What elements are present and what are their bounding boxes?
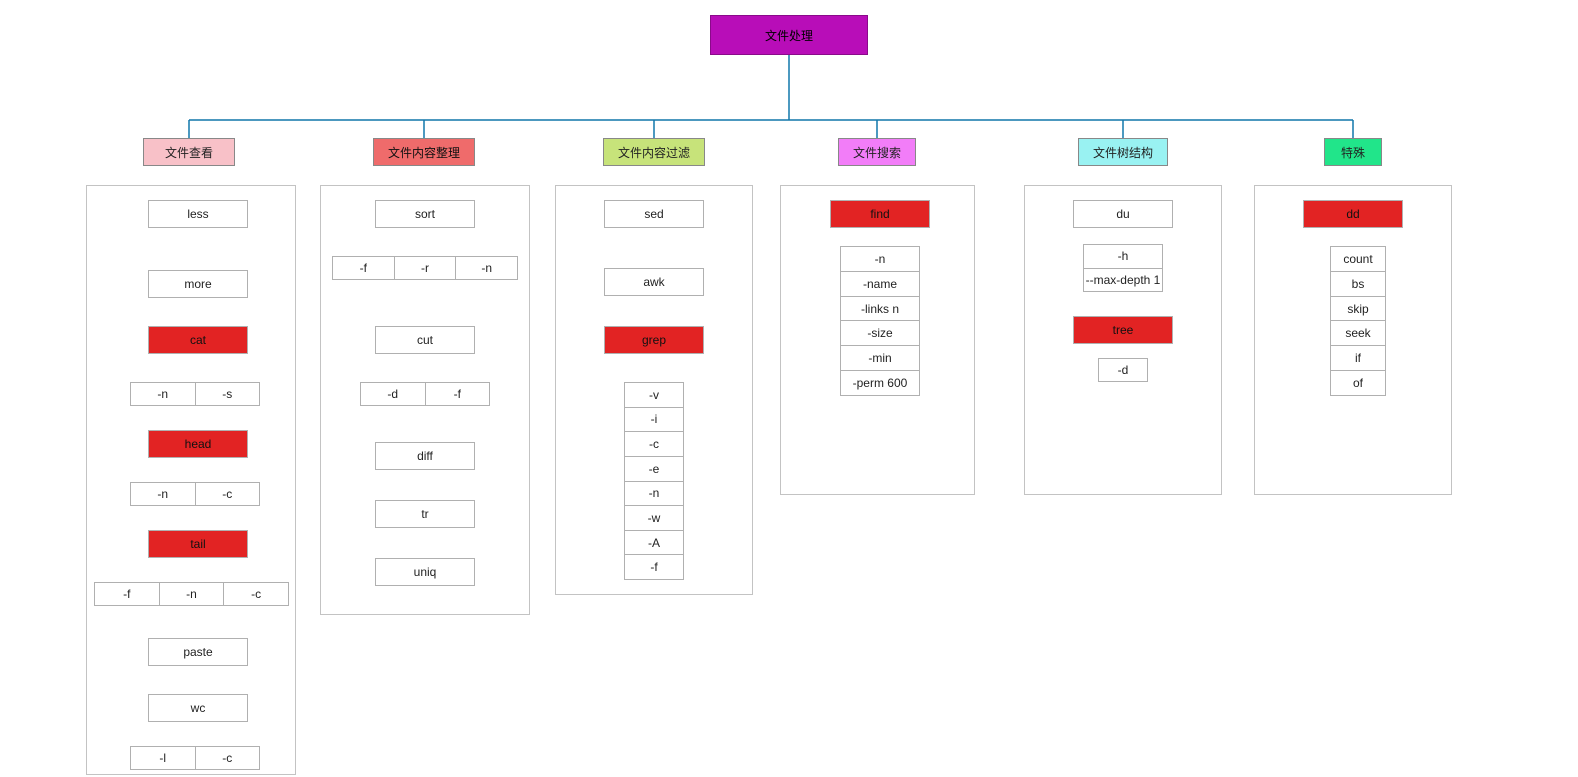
opt: -n xyxy=(624,481,684,507)
cmd-cat: cat xyxy=(148,326,248,354)
opts-cat: -n -s xyxy=(130,382,260,404)
opt: -perm 600 xyxy=(840,370,920,396)
diagram-canvas: 文件处理 文件查看 文件内容整理 文件内容过滤 文件搜索 文件树结构 特殊 le… xyxy=(0,0,1578,777)
opt: -c xyxy=(195,482,261,506)
opts-du: -h --max-depth 1 xyxy=(1083,244,1163,292)
category-file-content-filter: 文件内容过滤 xyxy=(603,138,705,166)
opt: -f xyxy=(94,582,160,606)
cmd-diff: diff xyxy=(375,442,475,470)
opt: -n xyxy=(130,382,196,406)
root-label: 文件处理 xyxy=(765,27,813,44)
opts-dd: count bs skip seek if of xyxy=(1330,246,1386,396)
opt: -l xyxy=(130,746,196,770)
cmd-tail: tail xyxy=(148,530,248,558)
opt: -n xyxy=(455,256,518,280)
cmd-uniq: uniq xyxy=(375,558,475,586)
opt: -r xyxy=(394,256,457,280)
opt: -f xyxy=(425,382,491,406)
opts-grep: -v -i -c -e -n -w -A -f xyxy=(624,382,684,580)
opt: -n xyxy=(130,482,196,506)
opt: -w xyxy=(624,505,684,531)
root-node: 文件处理 xyxy=(710,15,868,55)
cmd-less: less xyxy=(148,200,248,228)
opts-cut: -d -f xyxy=(360,382,490,404)
opt: count xyxy=(1330,246,1386,272)
category-file-content-sort: 文件内容整理 xyxy=(373,138,475,166)
opts-tree: -d xyxy=(1098,358,1148,382)
opt: -d xyxy=(360,382,426,406)
opt: -e xyxy=(624,456,684,482)
opts-find: -n -name -links n -size -min -perm 600 xyxy=(840,246,920,396)
opt: skip xyxy=(1330,296,1386,322)
opt: if xyxy=(1330,345,1386,371)
cmd-grep: grep xyxy=(604,326,704,354)
opt: seek xyxy=(1330,320,1386,346)
opts-sort: -f -r -n xyxy=(332,256,518,278)
cmd-wc: wc xyxy=(148,694,248,722)
category-file-tree: 文件树结构 xyxy=(1078,138,1168,166)
category-file-view: 文件查看 xyxy=(143,138,235,166)
opts-tail: -f -n -c xyxy=(94,582,289,604)
opt: bs xyxy=(1330,271,1386,297)
opt: -h xyxy=(1083,244,1163,269)
cmd-find: find xyxy=(830,200,930,228)
opt: -i xyxy=(624,407,684,433)
cmd-sort: sort xyxy=(375,200,475,228)
opts-head: -n -c xyxy=(130,482,260,504)
cmd-tree: tree xyxy=(1073,316,1173,344)
cmd-head: head xyxy=(148,430,248,458)
cmd-paste: paste xyxy=(148,638,248,666)
opt: -c xyxy=(223,582,289,606)
opt: -name xyxy=(840,271,920,297)
opt: -f xyxy=(332,256,395,280)
opt: -size xyxy=(840,320,920,346)
opt: -n xyxy=(159,582,225,606)
opts-wc: -l -c xyxy=(130,746,260,768)
opt: -links n xyxy=(840,296,920,322)
opt: -A xyxy=(624,530,684,556)
opt: -d xyxy=(1098,358,1148,382)
cmd-more: more xyxy=(148,270,248,298)
opt: -n xyxy=(840,246,920,272)
cmd-dd: dd xyxy=(1303,200,1403,228)
opt: -v xyxy=(624,382,684,408)
opt: --max-depth 1 xyxy=(1083,268,1163,293)
cmd-cut: cut xyxy=(375,326,475,354)
cmd-awk: awk xyxy=(604,268,704,296)
opt: -s xyxy=(195,382,261,406)
opt: -f xyxy=(624,554,684,580)
opt: -c xyxy=(195,746,261,770)
opt: -c xyxy=(624,431,684,457)
cmd-sed: sed xyxy=(604,200,704,228)
opt: -min xyxy=(840,345,920,371)
category-file-search: 文件搜索 xyxy=(838,138,916,166)
cmd-du: du xyxy=(1073,200,1173,228)
cmd-tr: tr xyxy=(375,500,475,528)
category-special: 特殊 xyxy=(1324,138,1382,166)
opt: of xyxy=(1330,370,1386,396)
